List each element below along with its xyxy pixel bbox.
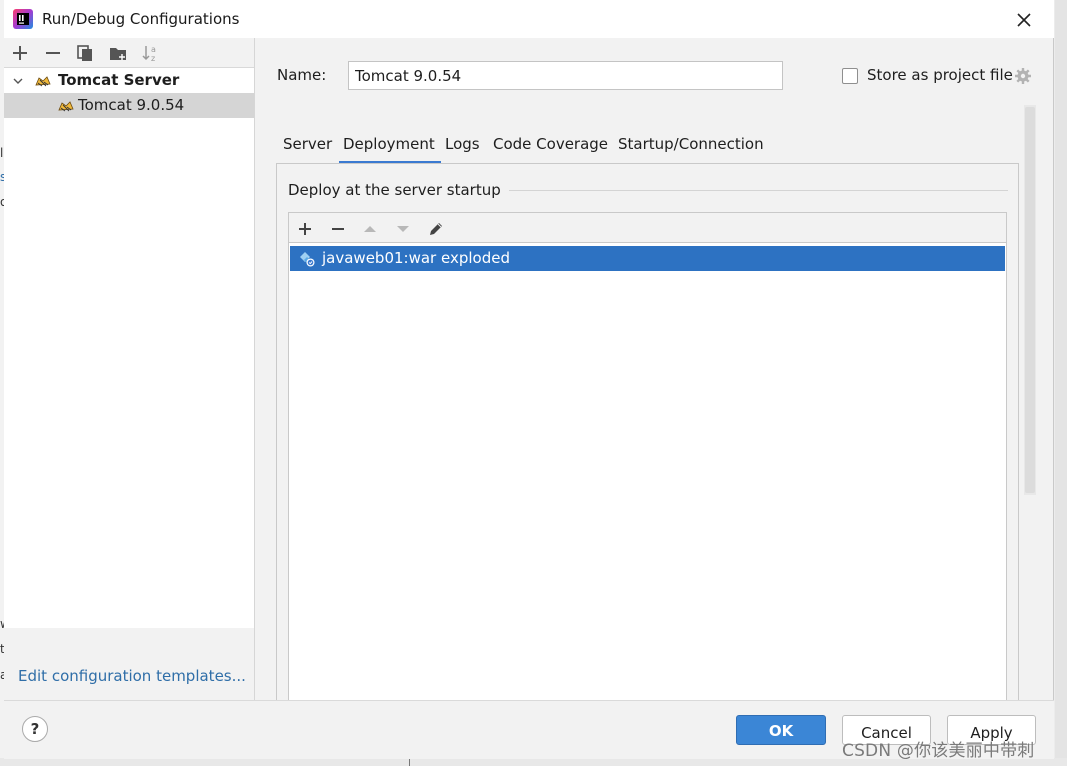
copy-icon[interactable] (74, 42, 96, 64)
tab-code-coverage[interactable]: Code Coverage (493, 130, 608, 164)
move-up-icon[interactable] (360, 219, 380, 239)
scrollbar-thumb[interactable] (1025, 107, 1035, 493)
watermark: CSDN @你该美丽中带刺 (842, 741, 1035, 761)
move-down-icon[interactable] (393, 219, 413, 239)
run-debug-dialog: Run/Debug Configurations a z Tomcat Serv… (4, 0, 1054, 759)
artifact-icon (300, 252, 315, 267)
tree-item-tomcat-server[interactable]: Tomcat Server (4, 68, 254, 93)
tree-item-label: Tomcat Server (58, 71, 180, 89)
tomcat-icon (35, 76, 51, 87)
add-icon[interactable] (9, 42, 31, 64)
svg-text:z: z (151, 54, 155, 63)
remove-icon[interactable] (328, 219, 348, 239)
add-icon[interactable] (295, 219, 315, 239)
name-input[interactable] (348, 61, 783, 90)
deployment-toolbar (288, 212, 1007, 243)
store-as-project-file-label: Store as project file (867, 66, 1013, 84)
close-icon[interactable] (1010, 6, 1038, 34)
store-as-project-file-checkbox[interactable] (842, 68, 858, 84)
svg-text:a: a (151, 45, 156, 54)
sort-icon[interactable]: a z (140, 42, 162, 64)
tab-server[interactable]: Server (283, 130, 332, 164)
tab-startup-connection[interactable]: Startup/Connection (618, 130, 764, 164)
window-title: Run/Debug Configurations (42, 10, 240, 28)
background-divider (409, 758, 410, 766)
section-divider (498, 190, 1008, 191)
configurations-tree: Tomcat Server Tomcat 9.0.54 (4, 68, 254, 628)
section-title: Deploy at the server startup (288, 181, 509, 199)
background-right-edge (1055, 0, 1067, 766)
ok-button[interactable]: OK (736, 715, 826, 745)
list-item-label: javaweb01:war exploded (322, 249, 510, 267)
deployment-list: javaweb01:war exploded (288, 243, 1007, 703)
name-label: Name: (277, 66, 327, 84)
background-fragment: l (0, 146, 4, 160)
tab-deployment[interactable]: Deployment (339, 130, 441, 164)
help-button[interactable]: ? (22, 716, 48, 742)
sidebar-toolbar: a z (4, 38, 254, 68)
gear-icon[interactable] (1014, 67, 1032, 85)
edit-icon[interactable] (426, 219, 446, 239)
remove-icon[interactable] (42, 42, 64, 64)
tab-logs[interactable]: Logs (445, 130, 480, 164)
edit-templates-link[interactable]: Edit configuration templates... (18, 667, 246, 685)
title-bar: Run/Debug Configurations (4, 0, 1054, 38)
tomcat-icon (58, 101, 74, 112)
tree-item-tomcat-9054[interactable]: Tomcat 9.0.54 (4, 93, 254, 118)
chevron-down-icon[interactable] (12, 75, 24, 87)
list-item[interactable]: javaweb01:war exploded (290, 246, 1005, 271)
folder-add-icon[interactable] (107, 42, 129, 64)
configurations-sidebar: a z Tomcat Server Tomcat 9.0.54 Edit con… (4, 38, 255, 700)
intellij-idea-icon (13, 9, 33, 29)
tree-item-label: Tomcat 9.0.54 (78, 96, 185, 114)
